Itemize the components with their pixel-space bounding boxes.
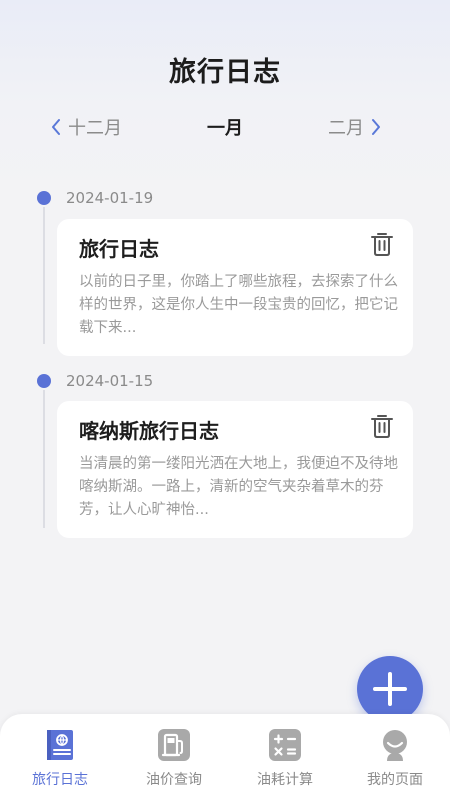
header-background [0, 0, 450, 190]
entry-date: 2024-01-15 [66, 372, 154, 390]
entry-date: 2024-01-19 [66, 189, 154, 207]
plus-icon [373, 672, 407, 706]
next-month-label: 二月 [328, 118, 364, 139]
timeline-dot [37, 374, 51, 388]
current-month-label: 一月 [0, 114, 450, 144]
tab-my-page[interactable]: 我的页面 [339, 728, 450, 789]
profile-icon [383, 730, 407, 761]
entry-excerpt: 以前的日子里，你踏上了哪些旅程，去探索了什么样的世界，这是你人生中一段宝贵的回忆… [79, 274, 398, 336]
fuel-pump-icon [158, 729, 190, 761]
tab-label: 油价查询 [146, 772, 202, 788]
log-entry-card[interactable]: 旅行日志 以前的日子里，你踏上了哪些旅程，去探索了什么样的世界，这是你人生中一段… [57, 219, 413, 356]
current-month-text: 一月 [207, 118, 243, 139]
log-entry-card[interactable]: 喀纳斯旅行日志 当清晨的第一缕阳光洒在大地上，我便迫不及待地喀纳斯湖。一路上，清… [57, 401, 413, 538]
tab-label: 旅行日志 [32, 772, 88, 788]
timeline-dot [37, 191, 51, 205]
chevron-right-icon [370, 114, 382, 144]
tab-label: 油耗计算 [257, 772, 313, 788]
tab-fuel-calc[interactable]: 油耗计算 [229, 728, 341, 789]
timeline-line [43, 390, 45, 528]
add-entry-button[interactable] [357, 656, 423, 722]
travel-log-icon [47, 730, 73, 760]
tab-fuel-price[interactable]: 油价查询 [118, 728, 230, 789]
bottom-tab-bar: 旅行日志 油价查询 油耗计算 我的页面 [0, 714, 450, 800]
entry-excerpt: 当清晨的第一缕阳光洒在大地上，我便迫不及待地喀纳斯湖。一路上，清新的空气夹杂着草… [79, 456, 398, 518]
month-navigation: 十二月 一月 二月 [0, 114, 450, 146]
calculator-icon [269, 729, 301, 761]
timeline-line [43, 207, 45, 344]
entry-title: 旅行日志 [79, 237, 159, 261]
trash-icon[interactable] [369, 231, 395, 257]
next-month-button[interactable]: 二月 [328, 114, 382, 144]
tab-label: 我的页面 [367, 772, 423, 788]
page-title: 旅行日志 [169, 57, 281, 88]
entry-title: 喀纳斯旅行日志 [79, 419, 219, 443]
trash-icon[interactable] [369, 413, 395, 439]
tab-travel-log[interactable]: 旅行日志 [4, 728, 116, 789]
